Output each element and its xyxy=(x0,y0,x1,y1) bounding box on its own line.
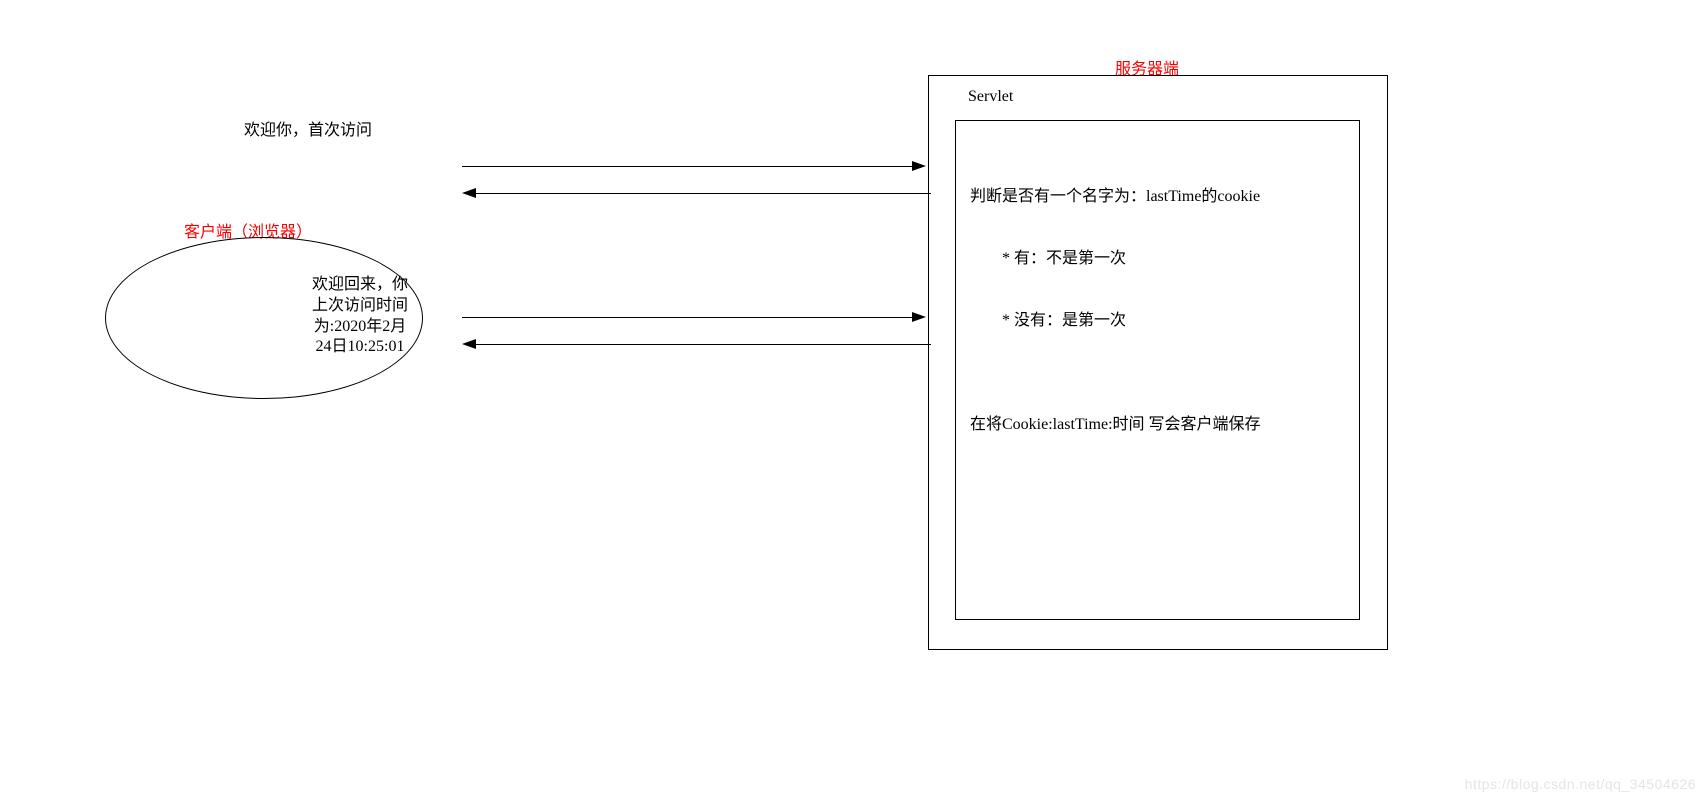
first-visit-text: 欢迎你，首次访问 xyxy=(244,116,372,140)
arrow-1-right-head xyxy=(912,161,926,171)
welcome-back-line4: 24日10:25:01 xyxy=(295,337,425,358)
arrow-2-right-line xyxy=(462,317,917,318)
arrow-2-right-head xyxy=(912,312,926,322)
welcome-back-line2: 上次访问时间 xyxy=(295,296,425,317)
welcome-back-line1: 欢迎回来，你 xyxy=(295,275,425,296)
welcome-back-text: 欢迎回来，你 上次访问时间 为:2020年2月 24日10:25:01 xyxy=(295,275,425,358)
watermark: https://blog.csdn.net/qq_34504626 xyxy=(1465,776,1696,792)
welcome-back-line3: 为:2020年2月 xyxy=(295,317,425,338)
servlet-logic-line1: 判断是否有一个名字为：lastTime的cookie xyxy=(970,187,1261,208)
arrow-1-right-line xyxy=(462,166,917,167)
arrow-2-left-head xyxy=(462,339,476,349)
arrow-1-left-line xyxy=(476,193,931,194)
servlet-logic-line5: 在将Cookie:lastTime:时间 写会客户端保存 xyxy=(970,415,1261,436)
servlet-logic-line3: * 没有：是第一次 xyxy=(970,311,1261,332)
arrow-2-left-line xyxy=(476,344,931,345)
arrow-1-left-head xyxy=(462,188,476,198)
servlet-label: Servlet xyxy=(968,88,1013,106)
servlet-logic: 判断是否有一个名字为：lastTime的cookie * 有：不是第一次 * 没… xyxy=(970,145,1261,457)
servlet-logic-line2: * 有：不是第一次 xyxy=(970,249,1261,270)
